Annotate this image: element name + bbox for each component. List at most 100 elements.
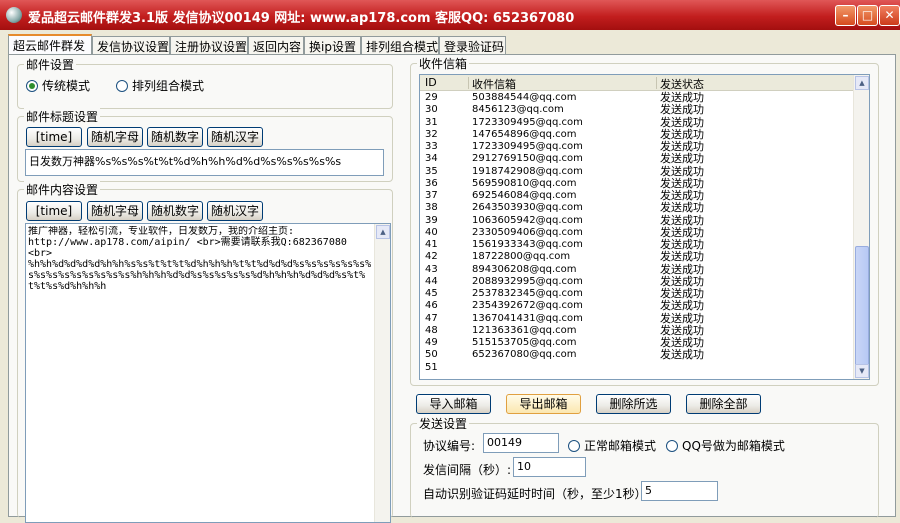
table-row[interactable]: 38 2643503930@qq.com 发送成功: [420, 202, 853, 214]
tab-pane: 邮件设置 传统模式 排列组合模式 邮件标题设置 [time] 随机字母 随机数字…: [8, 54, 896, 523]
row-id: 41: [425, 239, 438, 250]
table-row[interactable]: 29 503884544@qq.com 发送成功: [420, 92, 853, 104]
row-id: 43: [425, 263, 438, 275]
row-status: 发送成功: [660, 274, 704, 288]
row-status: 发送成功: [660, 164, 704, 178]
subject-random-chinese-button[interactable]: 随机汉字: [207, 127, 263, 147]
row-status: 发送成功: [660, 299, 704, 313]
content-textarea[interactable]: 推广神器，轻松引流，专业软件，日发数万，我的介绍主页: http://www.a…: [25, 223, 391, 523]
table-row[interactable]: 37 692546084@qq.com 发送成功: [420, 190, 853, 202]
table-row[interactable]: 32 147654896@qq.com 发送成功: [420, 127, 853, 141]
row-id: 36: [425, 177, 438, 189]
minimize-button[interactable]: –: [835, 5, 856, 26]
table-row[interactable]: 44 2088932995@qq.com 发送成功: [420, 274, 853, 288]
table-row[interactable]: 50 652367080@qq.com 发送成功: [420, 349, 853, 361]
send-settings-title: 发送设置: [417, 415, 470, 432]
row-email: 515153705@qq.com: [472, 337, 577, 348]
scroll-thumb[interactable]: [855, 246, 869, 367]
row-id: 40: [425, 226, 438, 238]
protocol-input[interactable]: 00149: [483, 433, 559, 453]
subject-random-number-button[interactable]: 随机数字: [147, 127, 203, 147]
content-random-letter-button[interactable]: 随机字母: [87, 201, 143, 221]
table-row[interactable]: 30 8456123@qq.com 发送成功: [420, 104, 853, 116]
row-status: 发送成功: [660, 152, 704, 166]
radio-label: 正常邮箱模式: [584, 439, 657, 453]
delete-selected-button[interactable]: 删除所选: [596, 394, 671, 414]
close-button[interactable]: ✕: [879, 5, 900, 26]
tab-register-protocol[interactable]: 注册协议设置: [170, 36, 248, 55]
content-random-number-button[interactable]: 随机数字: [147, 201, 203, 221]
tab-permutation-mode[interactable]: 排列组合模式: [361, 36, 439, 55]
table-row[interactable]: 48 121363361@qq.com 发送成功: [420, 324, 853, 337]
subject-input[interactable]: 日发数万神器%s%s%s%t%t%d%h%h%d%d%s%s%s%s%s: [25, 149, 384, 176]
radio-label: 排列组合模式: [132, 79, 205, 93]
radio-selected-icon: [26, 79, 38, 92]
row-id: 50: [425, 349, 438, 361]
row-email: 2912769150@qq.com: [472, 153, 583, 165]
scroll-down-arrow[interactable]: ▼: [855, 364, 869, 378]
row-id: 34: [425, 153, 438, 165]
row-id: 44: [425, 275, 438, 287]
radio-permutation-mode[interactable]: 排列组合模式: [116, 77, 204, 94]
subject-random-letter-button[interactable]: 随机字母: [87, 127, 143, 147]
table-row[interactable]: 35 1918742908@qq.com 发送成功: [420, 164, 853, 178]
content-text: 推广神器，轻松引流，专业软件，日发数万，我的介绍主页: http://www.a…: [28, 226, 372, 292]
row-id: 38: [425, 202, 438, 214]
col-email[interactable]: 收件信箱: [472, 76, 516, 92]
radio-normal-email[interactable]: 正常邮箱模式: [568, 437, 656, 454]
radio-label: 传统模式: [42, 79, 91, 93]
table-row[interactable]: 47 1367041431@qq.com 发送成功: [420, 312, 853, 325]
radio-icon: [666, 439, 678, 452]
export-emails-button[interactable]: 导出邮箱: [506, 394, 581, 414]
protocol-label: 协议编号:: [423, 439, 476, 453]
row-email: 1723309495@qq.com: [472, 141, 583, 152]
tab-ip-settings[interactable]: 换ip设置: [304, 36, 361, 55]
tab-mass-mail[interactable]: 超云邮件群发: [8, 34, 92, 56]
tab-send-protocol[interactable]: 发信协议设置: [92, 36, 170, 55]
radio-qq-email[interactable]: QQ号做为邮箱模式: [666, 437, 785, 454]
maximize-button[interactable]: □: [857, 5, 878, 26]
col-id[interactable]: ID: [425, 76, 437, 89]
col-status[interactable]: 发送状态: [660, 76, 704, 92]
table-row[interactable]: 34 2912769150@qq.com 发送成功: [420, 153, 853, 165]
subject-title: 邮件标题设置: [24, 108, 101, 125]
row-status: 发送成功: [660, 127, 704, 141]
table-row[interactable]: 41 1561933343@qq.com 发送成功: [420, 239, 853, 251]
scroll-up-arrow[interactable]: ▲: [855, 76, 869, 90]
subject-time-button[interactable]: [time]: [26, 127, 82, 147]
table-row[interactable]: 46 2354392672@qq.com 发送成功: [420, 300, 853, 312]
tab-login-captcha[interactable]: 登录验证码: [439, 36, 506, 55]
scroll-up-arrow[interactable]: ▲: [376, 225, 390, 239]
table-row[interactable]: 45 2537832345@qq.com 发送成功: [420, 288, 853, 300]
import-emails-button[interactable]: 导入邮箱: [416, 394, 491, 414]
row-email: 8456123@qq.com: [472, 104, 564, 116]
mail-settings-title: 邮件设置: [24, 56, 77, 73]
table-row[interactable]: 39 1063605942@qq.com 发送成功: [420, 214, 853, 227]
row-id: 29: [425, 92, 438, 103]
table-row[interactable]: 49 515153705@qq.com 发送成功: [420, 337, 853, 349]
delete-all-button[interactable]: 删除全部: [686, 394, 761, 414]
interval-input[interactable]: 10: [513, 457, 586, 477]
row-id: 42: [425, 251, 438, 263]
table-row[interactable]: 31 1723309495@qq.com 发送成功: [420, 116, 853, 129]
table-row[interactable]: 42 18722800@qq.com 发送成功: [420, 251, 853, 263]
table-row[interactable]: 33 1723309495@qq.com 发送成功: [420, 141, 853, 153]
radio-traditional-mode[interactable]: 传统模式: [26, 77, 90, 94]
table-row[interactable]: 43 894306208@qq.com 发送成功: [420, 263, 853, 276]
row-id: 49: [425, 337, 438, 348]
row-id: 30: [425, 104, 438, 116]
table-row[interactable]: 51: [420, 362, 853, 374]
content-scrollbar[interactable]: ▲: [374, 224, 390, 522]
content-random-chinese-button[interactable]: 随机汉字: [207, 201, 263, 221]
row-email: 503884544@qq.com: [472, 92, 577, 103]
delay-input[interactable]: 5: [641, 481, 718, 501]
recipient-scrollbar[interactable]: ▲ ▼: [853, 75, 869, 379]
recipient-list[interactable]: ID 收件信箱 发送状态 29 503884544@qq.com 发送成功 30 845…: [419, 74, 870, 380]
table-row[interactable]: 36 569590810@qq.com 发送成功: [420, 177, 853, 190]
tab-return-content[interactable]: 返回内容: [248, 36, 304, 55]
content-time-button[interactable]: [time]: [26, 201, 82, 221]
table-row[interactable]: 40 2330509406@qq.com 发送成功: [420, 226, 853, 239]
recipients-title: 收件信箱: [417, 55, 470, 72]
send-settings-group: 发送设置 协议编号: 00149 正常邮箱模式 QQ号做为邮箱模式 发信间隔（秒…: [410, 415, 879, 518]
radio-icon: [116, 79, 128, 92]
